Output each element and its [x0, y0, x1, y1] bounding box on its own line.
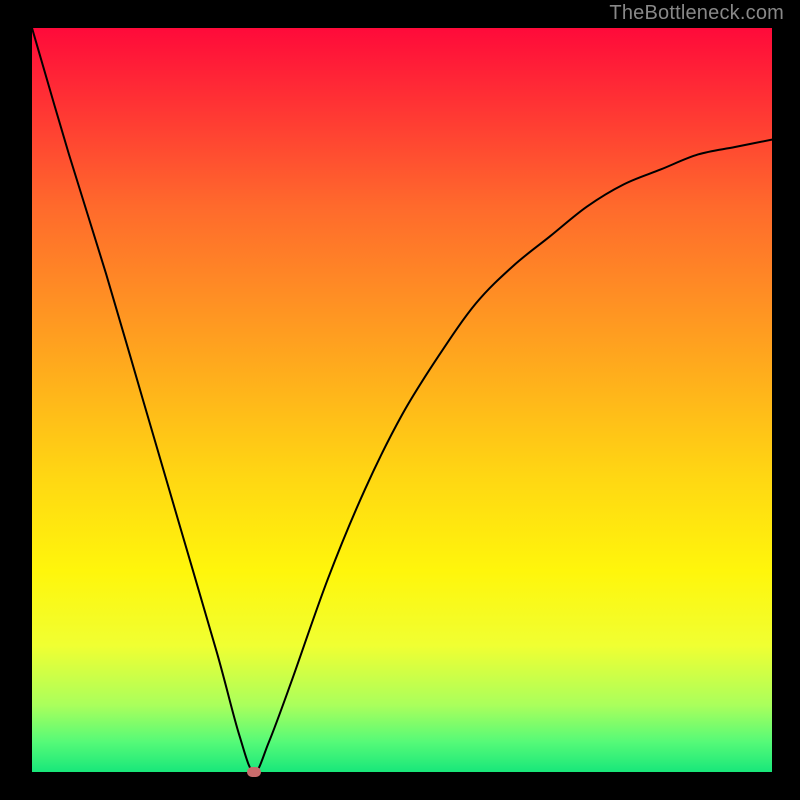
watermark-text: TheBottleneck.com	[609, 2, 784, 25]
chart-frame: TheBottleneck.com	[0, 0, 800, 800]
plot-area	[32, 28, 772, 772]
bottleneck-curve	[32, 28, 772, 772]
minimum-marker	[247, 767, 261, 777]
curve-svg	[32, 28, 772, 772]
